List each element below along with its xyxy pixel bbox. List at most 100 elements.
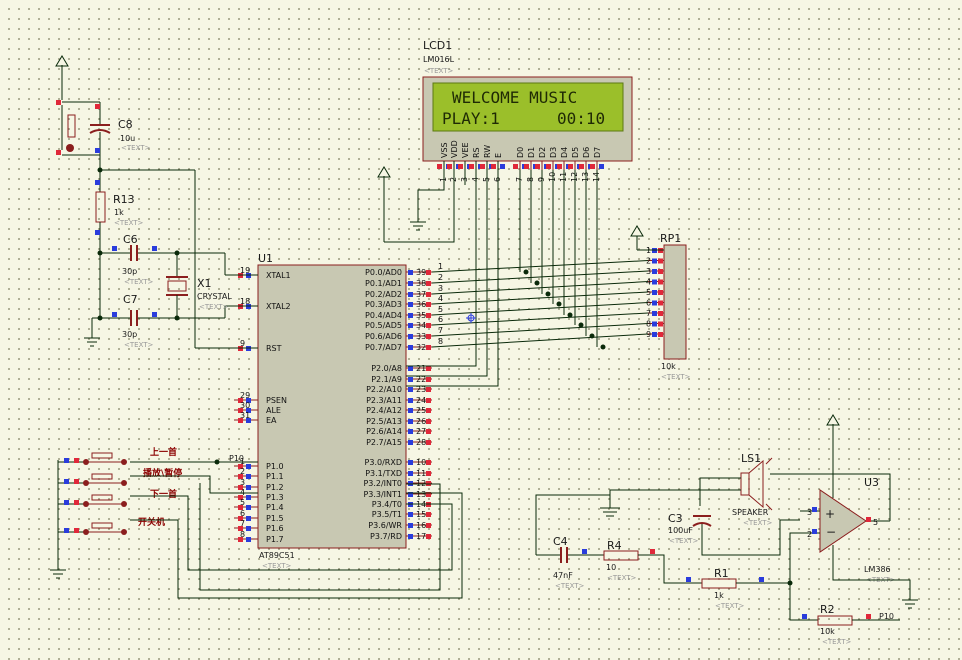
pin-marker [469, 164, 474, 169]
mcu-right-pin-num: 27 [416, 427, 426, 436]
mcu-left-pin-name: P1.3 [266, 493, 284, 502]
r4-body-icon [603, 550, 639, 561]
c7-ref: C7 [123, 293, 138, 306]
mcu-right-pin-name: P2.4/A12 [366, 406, 402, 415]
pin-marker [112, 246, 117, 251]
wire [736, 532, 800, 584]
c4-text-placeholder: <TEXT> [555, 582, 585, 590]
lcd-pin-name: D1 [527, 147, 536, 158]
pin-marker [590, 164, 595, 169]
junction-dot [534, 280, 540, 286]
audio-amplifier[interactable]: LS1 SPEAKER <TEXT> C3 100uF <TEXT> + − U… [535, 414, 918, 646]
lcd-part: LM016L [423, 55, 455, 64]
schematic-svg: LCD1 LM016L <TEXT> WELCOME MUSIC PLAY:1 … [50, 39, 918, 646]
r1-text-placeholder: <TEXT> [715, 602, 745, 610]
wire [609, 489, 741, 508]
r1-ref: R1 [714, 567, 729, 580]
push-button-3[interactable]: 下一首 [58, 488, 177, 507]
wire [638, 554, 702, 584]
pin-marker [64, 500, 69, 505]
lcd-pin-name: D4 [560, 147, 569, 158]
mcu-right-pin-num: 28 [416, 438, 426, 447]
probe-marker-icon[interactable] [466, 313, 476, 323]
x1-value: CRYSTAL [197, 292, 232, 301]
bus-label: 7 [438, 326, 443, 335]
pin-marker [579, 164, 584, 169]
speaker-cone-icon [748, 459, 764, 509]
pin-marker [408, 523, 413, 528]
junction-dot [214, 459, 220, 465]
pin-marker [408, 512, 413, 517]
c6-value: 30p [122, 267, 137, 276]
lcd-pin-name: RS [472, 147, 481, 158]
op-amp-icon [819, 489, 867, 553]
rp1-ref: RP1 [660, 232, 681, 245]
bus-label: 3 [438, 284, 443, 293]
crystal-circuit[interactable]: C6 30p <TEXT> C7 30p <TEXT> X1 CRYSTAL <… [84, 233, 258, 349]
bus-label: 1 [438, 262, 443, 271]
mcu-right-pin-num: 26 [416, 417, 426, 426]
pin-marker [246, 418, 251, 423]
c7-text-placeholder: <TEXT> [124, 341, 154, 349]
resistor-pack-rp1[interactable]: RP1 10k <TEXT> 123456789 [646, 232, 691, 381]
pin-marker [246, 537, 251, 542]
pin-marker [426, 292, 431, 297]
schematic-canvas[interactable]: { "lcd": {"ref": "LCD1", "part": "LM016L… [0, 0, 962, 660]
r13-body-icon [95, 191, 106, 223]
pin-marker [426, 471, 431, 476]
pin-marker [426, 408, 431, 413]
lcd-display[interactable]: LCD1 LM016L <TEXT> WELCOME MUSIC PLAY:1 … [422, 39, 633, 182]
pin-marker [658, 258, 663, 264]
c3-value: 100uF [668, 526, 693, 535]
lcd-line2-right: 00:10 [557, 109, 605, 128]
pin-marker [524, 164, 529, 169]
pin-marker [238, 418, 243, 423]
u3-pin-2: 2 [807, 530, 812, 539]
lcd-text-placeholder: <TEXT> [424, 67, 454, 75]
r2-body-icon [817, 615, 853, 626]
c4-ref: C4 [553, 535, 568, 548]
pin-marker [426, 302, 431, 307]
reset-switch-icon[interactable] [67, 114, 76, 138]
pin-marker [426, 334, 431, 339]
pin-marker [480, 164, 485, 169]
pin-marker [408, 440, 413, 445]
push-button-4[interactable]: 开关机 [58, 516, 165, 535]
r2-text-placeholder: <TEXT> [822, 638, 852, 646]
pin-marker [658, 290, 663, 295]
pin-marker [426, 419, 431, 424]
pin-marker [408, 345, 413, 350]
pin-marker [599, 164, 604, 169]
mcu-right-pin-num: 10 [416, 458, 426, 467]
pin-marker [408, 534, 413, 539]
pin-marker [408, 366, 413, 371]
button-terminal-icon [121, 501, 127, 507]
mcu-right-pin-name: P0.1/AD1 [365, 279, 402, 288]
pin-marker [95, 104, 100, 109]
u3-part: LM386 [864, 565, 891, 574]
mcu-right-pin-num: 36 [416, 300, 426, 309]
pin-marker [426, 512, 431, 517]
mcu-left-pin-name: P1.1 [266, 472, 284, 481]
pin-marker [652, 321, 657, 327]
pin-marker [408, 323, 413, 328]
pin-marker [866, 614, 871, 619]
bus-label: 8 [438, 337, 443, 346]
pin-marker [759, 577, 764, 582]
pin-marker [447, 164, 452, 169]
ls1-text-placeholder: <TEXT> [743, 519, 773, 527]
pin-marker [426, 281, 431, 286]
pin-marker [652, 332, 657, 337]
bus-label: 2 [438, 273, 443, 282]
button-terminal-icon [121, 480, 127, 486]
rp1-pins: 123456789 [646, 246, 664, 339]
mcu-right-pin-name: P3.1/TXD [365, 469, 402, 478]
microcontroller-u1[interactable]: U1 AT89C51 <TEXT> 19XTAL118XTAL29RST29PS… [229, 252, 432, 570]
bus-wire [431, 333, 649, 348]
pin-marker [426, 387, 431, 392]
pin-marker [408, 302, 413, 307]
pin-marker [658, 321, 663, 327]
pin-marker [246, 516, 251, 521]
x1-text-placeholder: <TEXT> [199, 303, 229, 311]
pin-marker [246, 495, 251, 500]
